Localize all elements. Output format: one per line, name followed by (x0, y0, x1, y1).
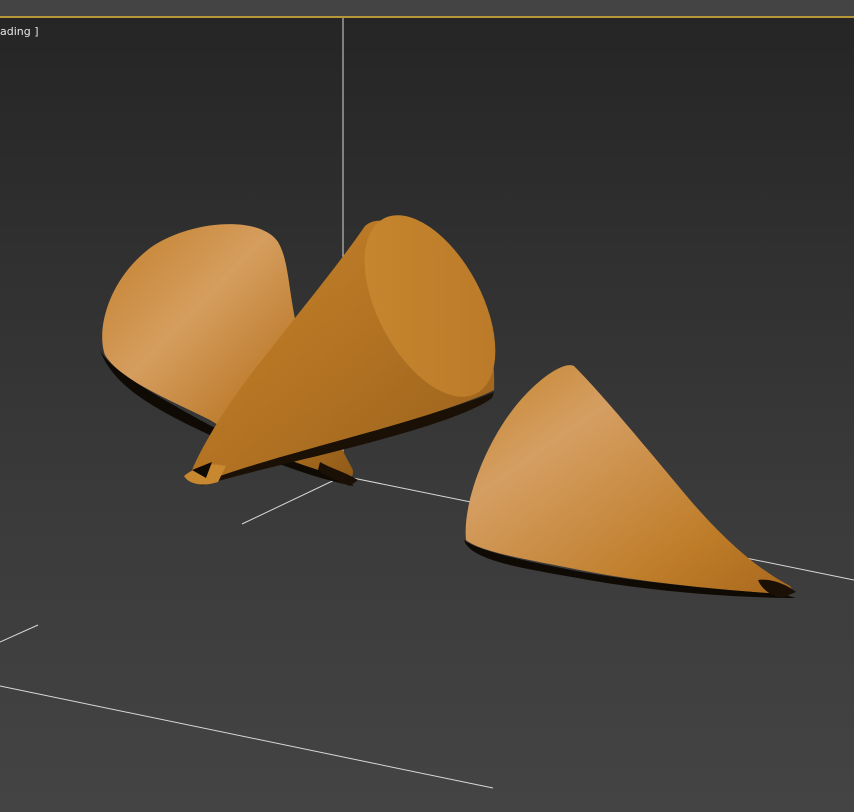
perspective-viewport[interactable]: ading ] (0, 18, 854, 812)
viewport-window: ading ] (0, 0, 854, 812)
viewport-scene[interactable] (0, 18, 854, 812)
grid-line-front (0, 685, 494, 789)
viewport-top-strip (0, 0, 854, 16)
grid-axis-left (241, 475, 344, 525)
grid-line-left (0, 624, 39, 643)
cone-right[interactable] (464, 365, 796, 598)
